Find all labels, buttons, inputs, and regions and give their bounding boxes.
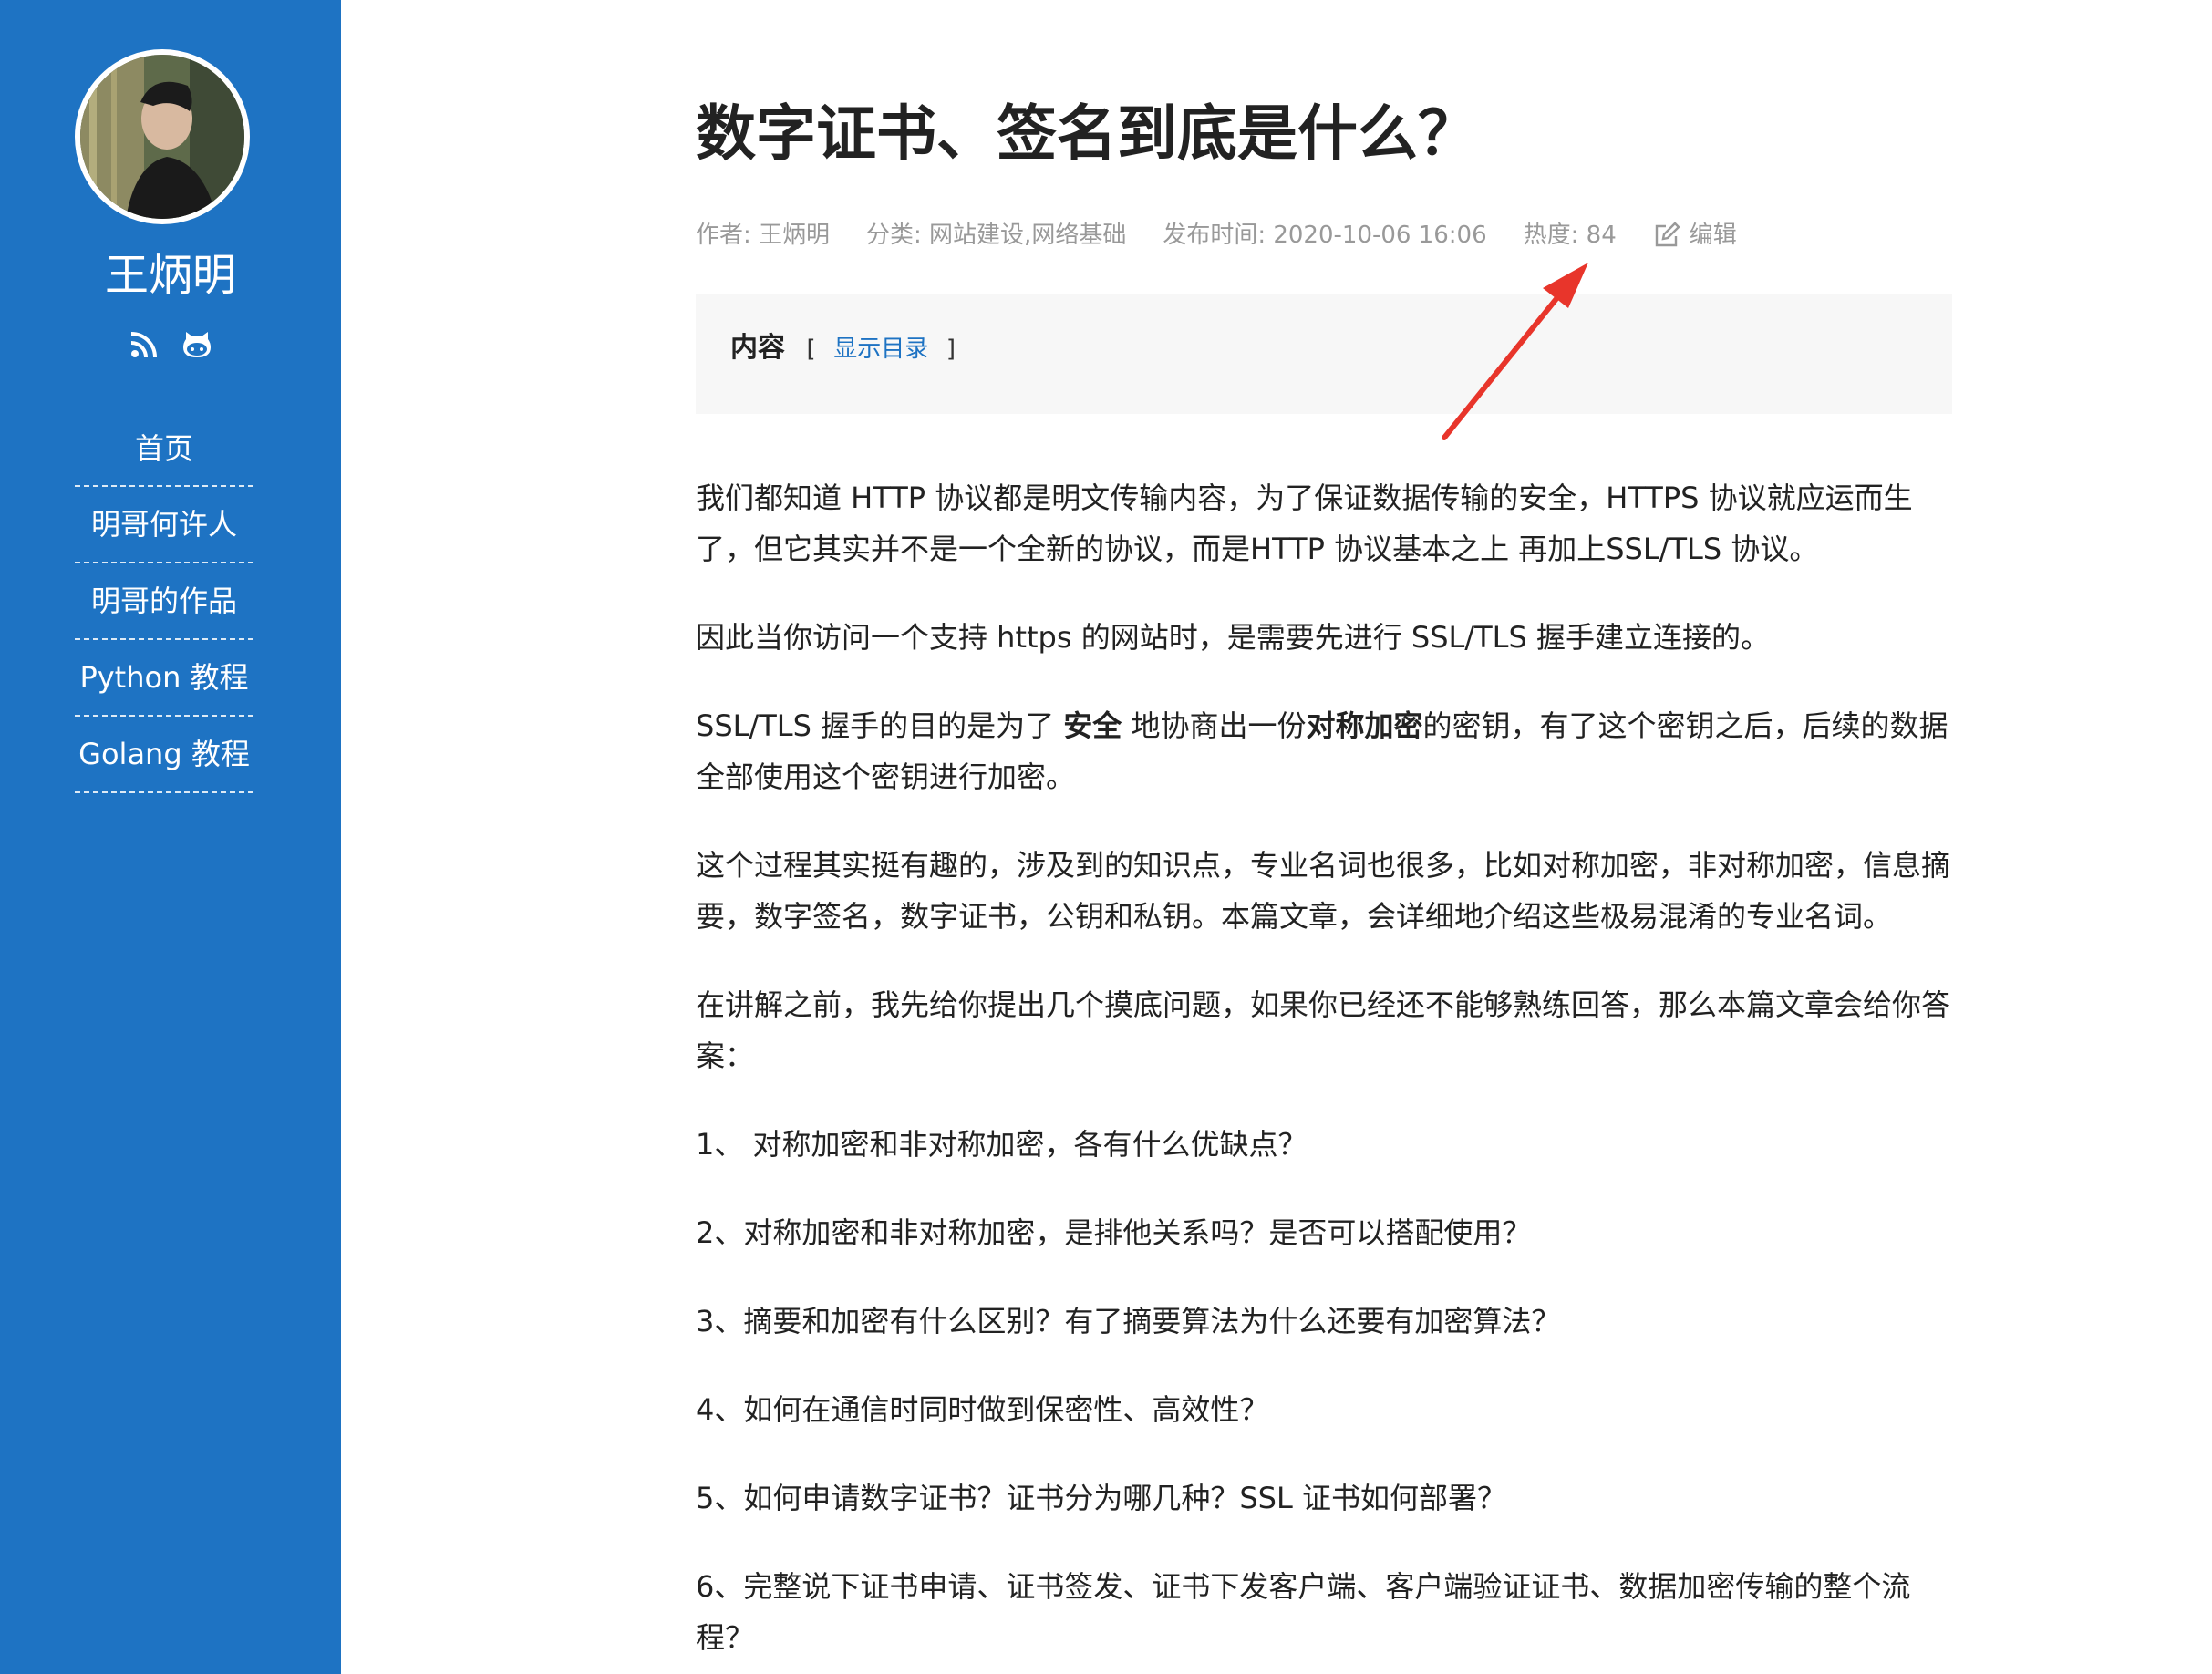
nav-item-about[interactable]: 明哥何许人 [75, 487, 253, 563]
meta-published: 发布时间: 2020-10-06 16:06 [1163, 222, 1487, 249]
article-body: 我们都知道 HTTP 协议都是明文传输内容，为了保证数据传输的安全，HTTPS … [696, 472, 1952, 1674]
bold-text: 安全 [1063, 708, 1122, 743]
nav-item-python-tutorial[interactable]: Python 教程 [75, 640, 253, 717]
meta-category: 分类: 网站建设,网络基础 [866, 222, 1127, 249]
author-name: 王炳明 [104, 250, 236, 301]
toc-title: 内容 [730, 332, 785, 364]
edit-icon [1655, 222, 1680, 247]
sidebar: 王炳明 首页 明哥何许人 明哥的作品 Python 教程 Golang 教程 [0, 0, 341, 1674]
nav-item-golang-tutorial[interactable]: Golang 教程 [75, 717, 253, 793]
avatar[interactable] [75, 49, 250, 224]
paragraph: 在讲解之前，我先给你提出几个摸底问题，如果你已经还不能够熟练回答，那么本篇文章会… [696, 987, 1951, 1073]
github-icon[interactable] [181, 328, 213, 361]
social-links [0, 328, 341, 365]
text-run: SSL/TLS 握手的目的是为了 [696, 708, 1064, 743]
rss-icon[interactable] [128, 328, 160, 361]
meta-author: 作者: 王炳明 [696, 222, 831, 249]
question-item: 6、完整说下证书申请、证书签发、证书下发客户端、客户端验证证书、数据加密传输的整… [696, 1569, 1911, 1655]
toc-open-bracket: [ [806, 336, 816, 363]
nav-item-works[interactable]: 明哥的作品 [75, 563, 253, 640]
nav-item-home[interactable]: 首页 [75, 412, 253, 487]
question-item: 1、 对称加密和非对称加密，各有什么优缺点？ [696, 1127, 1308, 1162]
paragraph: SSL/TLS 握手的目的是为了 安全 地协商出一份对称加密的密钥，有了这个密钥… [696, 700, 1952, 802]
page: 王炳明 首页 明哥何许人 明哥的作品 Python 教程 Golang 教程 数… [0, 0, 2212, 1674]
question-item: 5、如何申请数字证书？证书分为哪几种？SSL 证书如何部署？ [696, 1481, 1506, 1515]
question-item: 3、摘要和加密有什么区别？有了摘要算法为什么还要有加密算法？ [696, 1304, 1561, 1338]
question-item: 4、如何在通信时同时做到保密性、高效性？ [696, 1392, 1269, 1427]
paragraph: 这个过程其实挺有趣的，涉及到的知识点，专业名词也很多，比如对称加密，非对称加密，… [696, 848, 1951, 934]
edit-button[interactable]: 编辑 [1653, 219, 1737, 252]
article-title: 数字证书、签名到底是什么？ [696, 98, 1478, 169]
toc-header: 内容 [ 显示目录 ] [730, 330, 956, 367]
edit-label: 编辑 [1689, 222, 1737, 249]
question-item: 2、对称加密和非对称加密，是排他关系吗？是否可以搭配使用？ [696, 1215, 1532, 1250]
article-meta: 作者: 王炳明 分类: 网站建设,网络基础 发布时间: 2020-10-06 1… [696, 219, 1773, 252]
sidebar-nav: 首页 明哥何许人 明哥的作品 Python 教程 Golang 教程 [75, 412, 253, 793]
show-toc-link[interactable]: 显示目录 [833, 336, 928, 363]
paragraph: 因此当你访问一个支持 https 的网站时，是需要先进行 SSL/TLS 握手建… [696, 620, 1770, 655]
meta-heat: 热度: 84 [1523, 222, 1617, 249]
table-of-contents: 内容 [ 显示目录 ] [696, 294, 1952, 414]
avatar-photo [80, 55, 244, 219]
toc-close-bracket: ] [946, 336, 956, 363]
bold-text: 对称加密 [1306, 708, 1423, 743]
text-run: 地协商出一份 [1122, 708, 1307, 743]
paragraph: 我们都知道 HTTP 协议都是明文传输内容，为了保证数据传输的安全，HTTPS … [696, 480, 1913, 566]
